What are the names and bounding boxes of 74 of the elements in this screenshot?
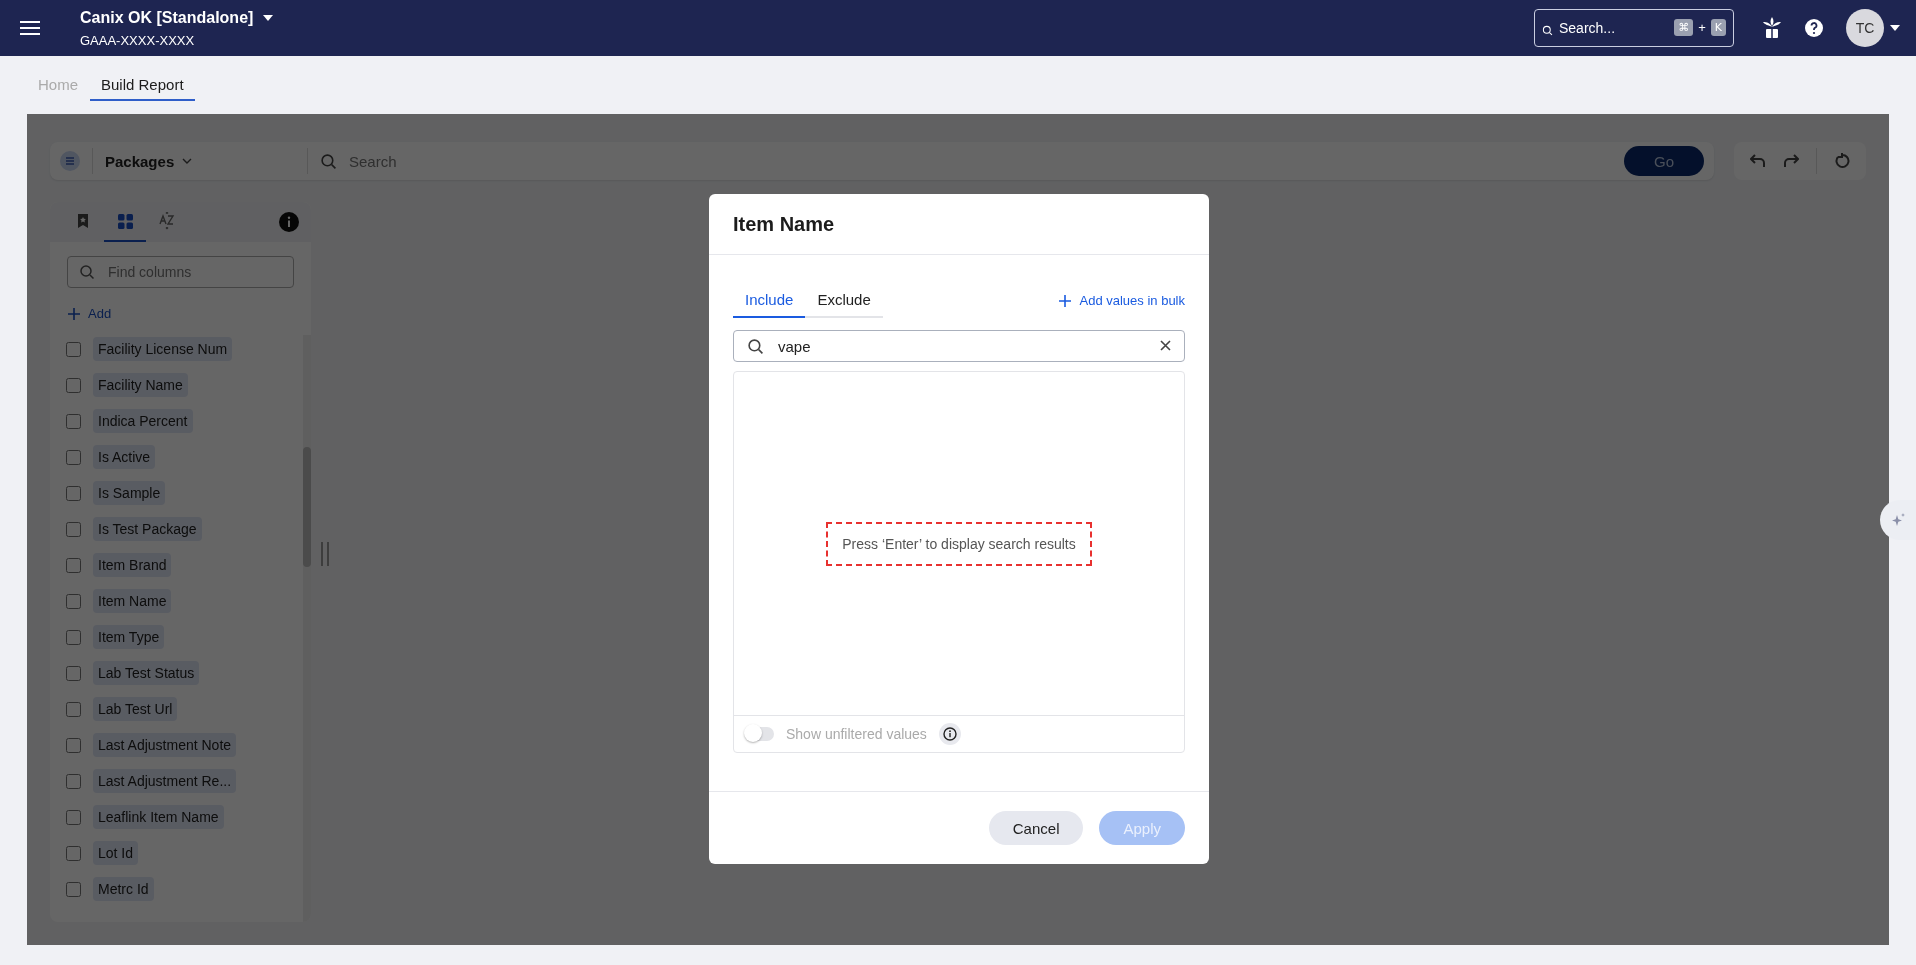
sparkle-button[interactable] [1880, 500, 1916, 540]
search-icon [1542, 25, 1553, 36]
column-checkbox[interactable] [66, 881, 81, 897]
breadcrumb-tab[interactable]: Home [32, 69, 84, 101]
column-checkbox[interactable] [66, 485, 81, 501]
help-icon[interactable] [1804, 18, 1824, 38]
column-chip[interactable]: Lab Test Url [93, 697, 178, 721]
column-checkbox[interactable] [66, 377, 81, 393]
column-chip[interactable]: Is Active [93, 445, 156, 469]
toggle-label: Show unfiltered values [786, 726, 927, 742]
k-key: K [1710, 19, 1726, 36]
grid-icon [117, 213, 133, 229]
column-checkbox[interactable] [66, 557, 81, 573]
value-search-field[interactable]: vape [733, 330, 1185, 362]
column-checkbox[interactable] [66, 413, 81, 429]
search-icon [747, 338, 764, 355]
command-key: ⌘ [1674, 19, 1694, 36]
bookmark-icon [76, 213, 90, 229]
plus-icon [68, 307, 80, 320]
column-chip[interactable]: Last Adjustment Note [93, 733, 237, 757]
caret-icon[interactable] [1890, 25, 1900, 31]
org-name[interactable]: Canix OK [Standalone] [80, 8, 254, 27]
dialog-button[interactable]: Cancel [988, 811, 1084, 845]
column-checkbox[interactable] [66, 665, 81, 681]
column-chip[interactable]: Is Test Package [93, 517, 202, 541]
redo-icon[interactable] [1783, 154, 1800, 168]
plant-icon[interactable] [1762, 17, 1782, 39]
list-icon[interactable] [60, 151, 80, 171]
source-dropdown[interactable]: Packages [105, 152, 295, 170]
column-checkbox[interactable] [66, 701, 81, 717]
filter-tab[interactable]: Exclude [805, 283, 883, 318]
reset-icon[interactable] [1833, 153, 1850, 169]
column-checkbox[interactable] [66, 773, 81, 789]
add-button[interactable]: Add [62, 302, 118, 325]
column-chip[interactable]: Last Adjustment Re... [93, 769, 237, 793]
filter-tab[interactable]: Include [733, 283, 806, 318]
column-chip[interactable]: Is Sample [93, 481, 166, 505]
undo-icon[interactable] [1750, 154, 1767, 168]
caret-icon[interactable] [263, 14, 274, 21]
column-checkbox[interactable] [66, 737, 81, 753]
column-chip[interactable]: Lab Test Status [93, 661, 200, 685]
column-chip[interactable]: Leaflink Item Name [93, 805, 224, 829]
close-icon[interactable] [1160, 340, 1171, 351]
search-icon [79, 264, 95, 280]
search-hint: Press ‘Enter’ to display search results [826, 521, 1092, 566]
chevron-icon [182, 158, 193, 164]
add-bulk-link[interactable]: Add values in bulk [1059, 293, 1185, 308]
org-id: GAAA-XXXX-XXXX [80, 32, 196, 48]
column-checkbox[interactable] [66, 845, 81, 861]
column-checkbox[interactable] [66, 809, 81, 825]
column-chip[interactable]: Item Name [93, 589, 172, 613]
column-chip[interactable]: Item Type [93, 625, 165, 649]
column-chip[interactable]: Lot Id [93, 841, 139, 865]
column-checkbox[interactable] [66, 593, 81, 609]
dialog-title: Item Name [709, 194, 1209, 255]
column-checkbox[interactable] [66, 629, 81, 645]
toggle-switch[interactable] [746, 727, 774, 741]
column-chip[interactable]: Facility Name [93, 373, 188, 397]
column-chip[interactable]: Metrc Id [93, 877, 154, 901]
column-chip[interactable]: Indica Percent [93, 409, 193, 433]
plus-sign: + [1698, 20, 1706, 35]
user-avatar[interactable]: TC [1846, 9, 1884, 47]
search-icon [320, 152, 337, 170]
column-chip[interactable]: Item Brand [93, 553, 172, 577]
info-icon[interactable] [938, 723, 961, 745]
column-checkbox[interactable] [66, 341, 81, 357]
resize-handle[interactable] [321, 542, 329, 566]
go-button[interactable]: Go [1624, 146, 1704, 176]
column-checkbox[interactable] [66, 521, 81, 537]
column-chip[interactable]: Facility License Num [93, 337, 233, 361]
sort-icon [159, 212, 175, 230]
breadcrumb-tab[interactable]: Build Report [90, 69, 195, 101]
plus-icon [1059, 294, 1072, 307]
column-checkbox[interactable] [66, 449, 81, 465]
